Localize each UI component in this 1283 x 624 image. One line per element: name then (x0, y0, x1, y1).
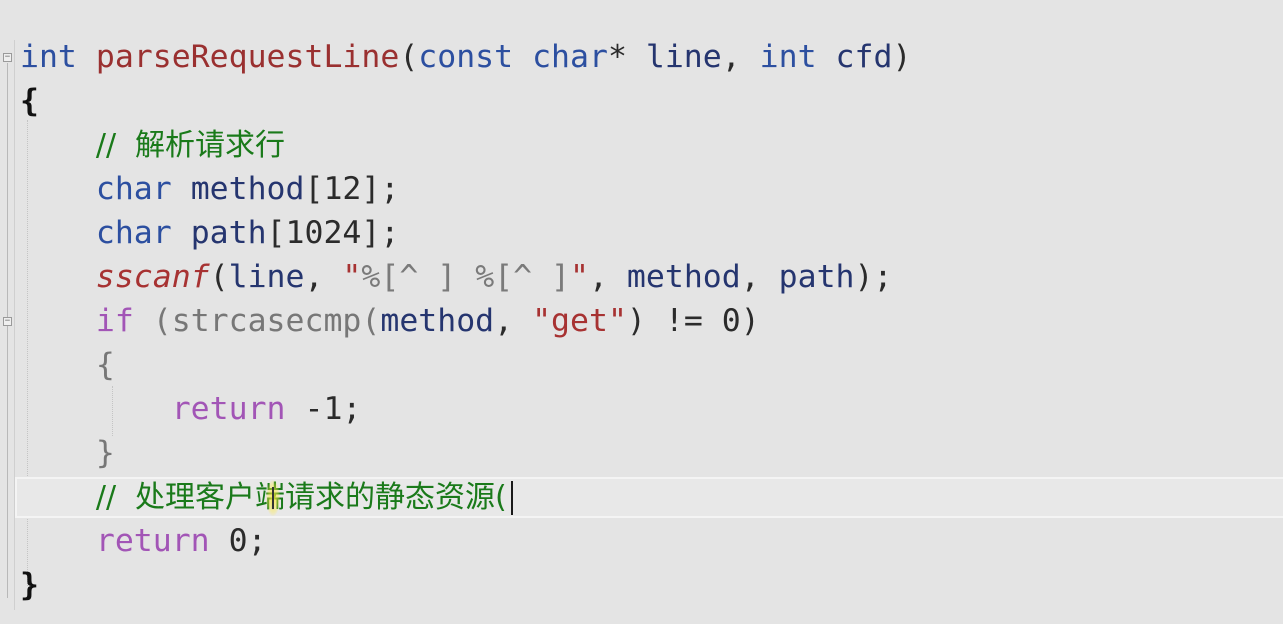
fold-toggle-if-block[interactable]: − (3, 317, 12, 326)
token-brace: } (20, 567, 39, 603)
token-punct: ); (854, 259, 893, 295)
code-line-open-brace[interactable]: { (20, 81, 39, 121)
token-function-call: strcasecmp (171, 303, 362, 339)
token-keyword-control: return (95, 523, 210, 559)
token-string-quote: " (570, 259, 589, 295)
token-brace: { (20, 83, 39, 119)
code-line-inner-open[interactable]: { (20, 345, 115, 385)
token-identifier: line (228, 259, 305, 295)
token-identifier: method (190, 171, 305, 207)
code-line-comment-parse[interactable]: // 解析请求行 (20, 125, 285, 165)
token-punct: ( (152, 303, 172, 339)
token-keyword: const (418, 39, 514, 75)
token-identifier: path (190, 215, 267, 251)
code-line-if[interactable]: if (strcasecmp(method, "get") != 0) (20, 301, 760, 341)
token-format-spec: %[^ ] (361, 259, 457, 295)
token-punct: ) (892, 39, 912, 75)
fold-range-line (7, 63, 8, 598)
code-editor[interactable]: − − int parseRequestLine(const char* lin… (0, 0, 1283, 624)
token-brace: } (95, 435, 115, 471)
token-keyword: int (20, 39, 77, 75)
token-identifier: path (778, 259, 855, 295)
code-line-signature[interactable]: int parseRequestLine(const char* line, i… (20, 37, 911, 77)
token-identifier: method (380, 303, 495, 339)
token-punct: ) (626, 303, 646, 339)
token-punct: * (607, 39, 627, 75)
token-string: "get" (532, 303, 627, 339)
token-punct: [12]; (304, 171, 400, 207)
token-function-name: parseRequestLine (95, 39, 400, 75)
code-line-decl-method[interactable]: char method[12]; (20, 169, 399, 209)
token-number: 0 (721, 303, 741, 339)
token-string-quote: " (342, 259, 362, 295)
code-line-sscanf[interactable]: sscanf(line, "%[^ ] %[^ ]", method, path… (20, 257, 893, 297)
token-function-call: sscanf (95, 259, 210, 295)
token-comment-text: 处理客户端请求的静态资源( (135, 480, 507, 515)
token-string-space (456, 259, 475, 295)
token-punct: , (740, 259, 760, 295)
code-line-decl-path[interactable]: char path[1024]; (20, 213, 399, 253)
code-line-return-ok[interactable]: return 0; (20, 521, 267, 561)
code-line-inner-close[interactable]: } (20, 433, 115, 473)
code-line-close-brace[interactable]: } (20, 565, 39, 605)
token-punct: ) (740, 303, 760, 339)
token-punct: , (588, 259, 608, 295)
token-punct: ( (399, 39, 419, 75)
token-comment-slashes: // (95, 480, 117, 515)
token-comment-text: 解析请求行 (135, 128, 286, 163)
token-keyword-control: if (95, 303, 134, 339)
token-punct: , (721, 39, 741, 75)
text-caret (510, 481, 513, 515)
token-format-spec: %[^ ] (475, 259, 571, 295)
collapse-icon: − (4, 52, 11, 62)
token-keyword: int (759, 39, 817, 75)
token-number: -1; (304, 391, 362, 427)
token-operator: != (664, 303, 703, 339)
token-keyword: char (532, 39, 608, 75)
token-brace: { (95, 347, 115, 383)
token-comment-slashes: // (95, 128, 117, 163)
ibeam-cursor-icon (272, 487, 274, 509)
token-punct: ( (209, 259, 229, 295)
token-identifier: line (645, 39, 722, 75)
token-number: 0; (228, 523, 267, 559)
token-punct: [1024]; (266, 215, 400, 251)
token-keyword: char (95, 171, 172, 207)
token-keyword: char (95, 215, 172, 251)
fold-toggle-function[interactable]: − (3, 53, 12, 62)
token-identifier: cfd (835, 39, 893, 75)
token-punct: , (304, 259, 324, 295)
token-keyword-control: return (171, 391, 286, 427)
collapse-icon: − (4, 316, 11, 326)
token-identifier: method (626, 259, 741, 295)
token-punct: ( (361, 303, 381, 339)
token-punct: , (494, 303, 514, 339)
code-line-return-error[interactable]: return -1; (20, 389, 362, 429)
